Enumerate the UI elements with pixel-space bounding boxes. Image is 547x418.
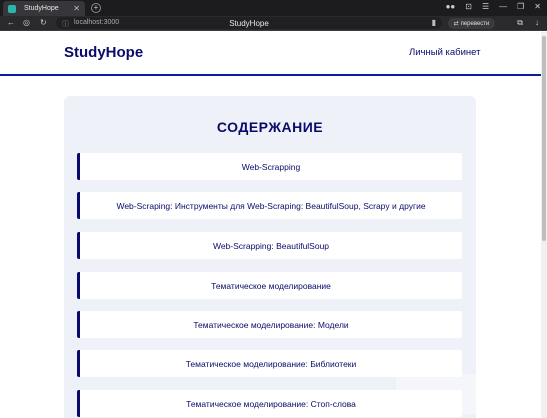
contents-card: СОДЕРЖАНИЕ Web-Scrapping Web-Scraping: И… bbox=[64, 96, 476, 418]
browser-tab-bar: StudyHope ✕ + ●● ⊡ ☰ — ❐ ✕ bbox=[0, 0, 547, 16]
faded-overlay bbox=[396, 374, 526, 414]
reading-mode-icon[interactable]: ●● bbox=[446, 3, 456, 11]
lesson-item[interactable]: Web-Scrapping: BeautifulSoup bbox=[77, 232, 462, 259]
toolbar-actions: ⧉ ↓ bbox=[517, 18, 539, 28]
lesson-label: Web-Scrapping bbox=[241, 161, 301, 172]
translate-button[interactable]: ⇄ перевести bbox=[448, 18, 495, 29]
translate-label: перевести bbox=[460, 20, 490, 27]
lesson-item[interactable]: Тематическое моделирование bbox=[77, 272, 462, 299]
contents-title: СОДЕРЖАНИЕ bbox=[216, 119, 324, 135]
translate-icon: ⇄ bbox=[453, 21, 459, 27]
site-header: StudyHope Личный кабинет bbox=[0, 32, 541, 76]
browser-address-bar: ← ◎ ↻ ⓘ localhost:3000 StudyHope ▮ ⇄ пер… bbox=[0, 16, 547, 31]
reload-icon[interactable]: ↻ bbox=[40, 18, 47, 28]
scrollbar-thumb[interactable] bbox=[542, 36, 546, 241]
web-page: StudyHope Личный кабинет СОДЕРЖАНИЕ Web-… bbox=[0, 32, 547, 418]
minimize-icon[interactable]: — bbox=[499, 3, 507, 11]
lesson-item[interactable]: Web-Scrapping bbox=[77, 153, 462, 180]
close-window-icon[interactable]: ✕ bbox=[534, 3, 541, 11]
lesson-label: Тематическое моделирование bbox=[211, 280, 331, 291]
page-title-label: StudyHope bbox=[229, 19, 269, 28]
menu-icon[interactable]: ☰ bbox=[482, 3, 489, 11]
tab-close-icon[interactable]: ✕ bbox=[73, 4, 80, 13]
back-arrow-icon[interactable]: ← bbox=[7, 18, 15, 28]
lesson-label: Web-Scrapping: BeautifulSoup bbox=[212, 240, 330, 251]
download-icon[interactable]: ↓ bbox=[535, 18, 539, 28]
site-favicon-icon bbox=[8, 4, 16, 13]
lesson-label: Web-Scraping: Инструменты для Web-Scrapi… bbox=[116, 200, 426, 211]
new-tab-button[interactable]: + bbox=[91, 3, 101, 13]
lesson-label: Тематическое моделирование: Модели bbox=[193, 319, 349, 330]
browser-tab[interactable]: StudyHope ✕ bbox=[3, 1, 85, 16]
site-logo[interactable]: StudyHope bbox=[64, 44, 143, 61]
extensions-icon[interactable]: ⊡ bbox=[465, 3, 472, 11]
lesson-item[interactable]: Тематическое моделирование: Модели bbox=[77, 311, 462, 338]
lesson-item[interactable]: Тематическое моделирование: Библиотеки bbox=[77, 350, 462, 377]
page-scrollbar[interactable] bbox=[541, 32, 547, 418]
account-link[interactable]: Личный кабинет bbox=[409, 47, 480, 58]
bookmark-icon[interactable]: ▮ bbox=[432, 18, 436, 27]
url-field[interactable]: ⓘ localhost:3000 StudyHope ▮ bbox=[56, 17, 442, 29]
tab-search-icon[interactable]: ⧉ bbox=[517, 18, 523, 28]
lesson-item[interactable]: Web-Scraping: Инструменты для Web-Scrapi… bbox=[77, 192, 462, 219]
home-icon[interactable]: ◎ bbox=[23, 18, 30, 28]
window-controls: ●● ⊡ ☰ — ❐ ✕ bbox=[446, 3, 541, 11]
lesson-label: Тематическое моделирование: Стоп-слова bbox=[186, 398, 356, 409]
tab-title: StudyHope bbox=[24, 5, 59, 12]
lesson-label: Тематическое моделирование: Библиотеки bbox=[185, 358, 357, 369]
maximize-icon[interactable]: ❐ bbox=[517, 3, 524, 11]
